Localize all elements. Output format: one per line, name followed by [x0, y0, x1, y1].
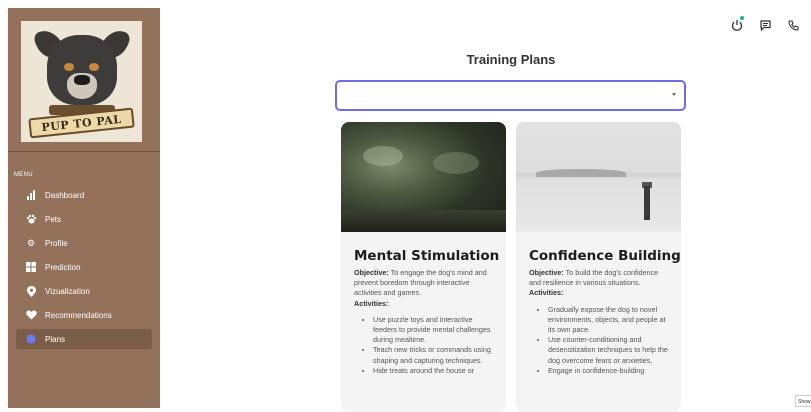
sidebar-item-recommendations[interactable]: Recommendations	[16, 305, 152, 325]
activities-label: Activities:	[529, 288, 564, 298]
plan-card-mental-stimulation[interactable]: Mental Stimulation Objective: To engage …	[341, 122, 506, 412]
dog-eye-left	[64, 63, 74, 71]
sidebar-item-pets[interactable]: Pets	[16, 209, 152, 229]
activities-list: Gradually expose the dog to novel enviro…	[536, 305, 681, 376]
grid-icon	[25, 261, 37, 273]
dog-nose	[74, 75, 90, 85]
paw-icon	[25, 213, 37, 225]
list-item: Gradually expose the dog to novel enviro…	[548, 305, 681, 336]
sidebar-item-label: Vizualization	[45, 286, 90, 296]
sidebar-item-label: Dashboard	[45, 190, 85, 200]
bar-chart-icon	[25, 189, 37, 201]
list-item: Use counter-conditioning and desensitiza…	[548, 335, 681, 366]
image-bokeh	[363, 146, 403, 166]
card-title: Mental Stimulation	[354, 248, 500, 264]
sidebar-item-prediction[interactable]: Prediction	[16, 257, 152, 277]
sidebar-item-label: Pets	[45, 214, 62, 224]
activities-label: Activities:	[354, 298, 389, 308]
card-image	[341, 122, 506, 232]
gear-icon: ⚙	[26, 237, 36, 248]
sidebar-item-plans[interactable]: Plans	[16, 329, 152, 349]
dog-eye-right	[89, 63, 99, 71]
page-title: Training Plans	[466, 52, 556, 67]
plans-dot-icon	[25, 333, 37, 345]
sidebar-item-label: Plans	[45, 334, 66, 344]
card-objective: Objective: To engage the dog's mind and …	[354, 268, 494, 309]
image-hills	[536, 169, 626, 177]
objective-label: Objective:	[529, 268, 564, 277]
location-pin-icon	[25, 285, 37, 297]
image-grass	[341, 210, 506, 232]
card-image	[516, 122, 681, 232]
phone-icon[interactable]	[786, 18, 800, 32]
plan-card-confidence-building[interactable]: Confidence Building Objective: To build …	[516, 122, 681, 412]
list-item: Teach new tricks or commands using shapi…	[373, 345, 506, 365]
chevron-down-icon	[672, 93, 676, 96]
show-button[interactable]: Show	[795, 395, 811, 407]
logo-brand-text: PUP TO PAL	[40, 112, 123, 134]
training-plan-select[interactable]	[335, 80, 686, 111]
objective-label: Objective:	[354, 268, 389, 277]
sidebar-item-label: Recommendations	[45, 310, 112, 320]
list-item: Use puzzle toys and interactive feeders …	[373, 315, 506, 346]
list-item: Engage in confidence-building	[548, 366, 681, 376]
card-title: Confidence Building	[529, 248, 681, 264]
card-objective: Objective: To build the dog's confidence…	[529, 268, 669, 299]
sidebar-item-vizualization[interactable]: Vizualization	[16, 281, 152, 301]
sidebar-divider	[8, 151, 160, 152]
power-icon[interactable]	[730, 18, 744, 32]
sidebar-item-label: Profile	[45, 238, 68, 248]
activities-list: Use puzzle toys and interactive feeders …	[361, 315, 506, 376]
image-bokeh	[433, 152, 479, 174]
sidebar-item-label: Prediction	[45, 262, 81, 272]
heart-icon	[25, 309, 37, 321]
sidebar-item-dashboard[interactable]: Dashboard	[16, 185, 152, 205]
sidebar-item-profile[interactable]: ⚙ Profile	[16, 233, 152, 253]
list-item: Hide treats around the house or	[373, 366, 506, 376]
chat-icon[interactable]	[758, 18, 772, 32]
sidebar: PUP TO PAL MENU Dashboard Pets ⚙ Profile…	[8, 8, 160, 408]
menu-label: MENU	[14, 172, 33, 178]
logo-banner: PUP TO PAL	[28, 107, 135, 139]
image-post	[644, 186, 650, 220]
brand-logo[interactable]: PUP TO PAL	[21, 21, 142, 142]
